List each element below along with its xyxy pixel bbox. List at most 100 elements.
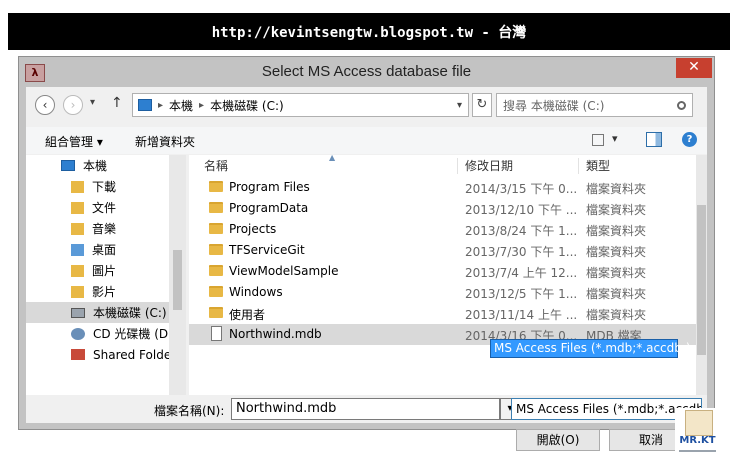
filename-label: 檔案名稱(N): [154, 404, 225, 418]
file-type: 檔案資料夾 [586, 308, 647, 322]
folder-icon [209, 202, 223, 213]
file-name: ProgramData [229, 201, 309, 215]
videos-folder-icon [71, 285, 84, 298]
column-header-name[interactable]: 名稱 [204, 155, 228, 177]
nav-item-local-disk[interactable]: 本機磁碟 (C:) [26, 302, 186, 323]
download-folder-icon [71, 180, 84, 193]
breadcrumb-local-disk[interactable]: 本機磁碟 (C:) [210, 97, 284, 114]
nav-item-label: 本機磁碟 (C:) [93, 306, 167, 320]
preview-pane-icon[interactable] [646, 132, 662, 147]
breadcrumb-this-pc[interactable]: 本機 [169, 97, 193, 114]
logo-underline [679, 450, 716, 452]
up-button[interactable]: ↑ [111, 95, 123, 111]
file-date: 2014/3/15 下午 0... [465, 182, 578, 196]
column-header-date[interactable]: 修改日期 [465, 155, 513, 177]
desktop-folder-icon [71, 243, 84, 256]
folder-icon [209, 181, 223, 192]
nav-item-label: 影片 [92, 285, 117, 299]
search-input[interactable]: 搜尋 本機磁碟 (C:) [503, 97, 604, 114]
nav-item-documents[interactable]: 文件 [26, 197, 186, 218]
file-row[interactable]: Windows 2013/12/5 下午 1... 檔案資料夾 [189, 282, 696, 303]
pictures-folder-icon [71, 264, 84, 277]
help-icon[interactable]: ? [682, 132, 697, 147]
file-row[interactable]: Program Files 2014/3/15 下午 0... 檔案資料夾 [189, 177, 696, 198]
logo-figure [685, 410, 713, 436]
file-date: 2013/12/10 下午 ... [465, 203, 578, 217]
refresh-button[interactable]: ↻ [472, 93, 492, 117]
file-date: 2013/12/5 下午 1... [465, 287, 578, 301]
file-type: 檔案資料夾 [586, 266, 647, 280]
file-icon [211, 326, 222, 341]
file-dialog: λ Select MS Access database file ✕ ‹ › ▾… [18, 56, 715, 451]
nav-item-videos[interactable]: 影片 [26, 281, 186, 302]
address-bar[interactable]: ▸ 本機 ▸ 本機磁碟 (C:) ▾ [132, 93, 469, 117]
nav-item-label: CD 光碟機 (D:) [93, 327, 177, 341]
file-type-select[interactable]: MS Access Files (*.mdb;*.accdb;) [511, 398, 702, 420]
folder-icon [209, 244, 223, 255]
nav-item-this-pc[interactable]: 本機 [26, 155, 186, 176]
mrkt-logo: MR.KT [675, 408, 720, 458]
file-row[interactable]: ProgramData 2013/12/10 下午 ... 檔案資料夾 [189, 198, 696, 219]
nav-scrollbar-thumb[interactable] [173, 250, 182, 310]
search-icon [677, 100, 686, 110]
blog-banner: http://kevintsengtw.blogspot.tw - 台灣 [8, 13, 730, 50]
file-date: 2013/7/4 上午 12... [465, 266, 578, 280]
nav-item-label: 圖片 [92, 264, 117, 278]
nav-item-pictures[interactable]: 圖片 [26, 260, 186, 281]
forward-button[interactable]: › [63, 95, 83, 115]
breadcrumb-separator: ▸ [199, 99, 205, 111]
nav-item-desktop[interactable]: 桌面 [26, 239, 186, 260]
back-button[interactable]: ‹ [35, 95, 55, 115]
file-row[interactable]: 使用者 2013/11/14 上午 ... 檔案資料夾 [189, 303, 696, 324]
folder-icon [209, 286, 223, 297]
file-list-scrollbar-thumb[interactable] [697, 205, 706, 355]
file-date: 2013/7/30 下午 1... [465, 245, 578, 259]
search-box[interactable]: 搜尋 本機磁碟 (C:) [496, 93, 693, 117]
view-dropdown[interactable]: ▾ [612, 132, 618, 145]
nav-item-label: 桌面 [92, 243, 117, 257]
computer-icon [138, 99, 152, 111]
file-type-option-selected[interactable]: MS Access Files (*.mdb;*.accdb;) [490, 339, 691, 358]
nav-item-music[interactable]: 音樂 [26, 218, 186, 239]
column-header-type[interactable]: 類型 [586, 155, 610, 177]
file-date: 2013/11/14 上午 ... [465, 308, 578, 322]
folder-icon [209, 223, 223, 234]
file-name: 使用者 [229, 308, 266, 322]
nav-item-downloads[interactable]: 下載 [26, 176, 186, 197]
cd-drive-icon [71, 327, 85, 340]
column-divider [578, 158, 579, 174]
music-folder-icon [71, 222, 84, 235]
nav-item-shared-folder[interactable]: Shared Folder [26, 344, 186, 365]
recent-locations-dropdown[interactable]: ▾ [90, 97, 95, 108]
file-row[interactable]: Projects 2013/8/24 下午 1... 檔案資料夾 [189, 219, 696, 240]
close-button[interactable]: ✕ [676, 58, 712, 78]
title-bar[interactable]: λ Select MS Access database file ✕ [19, 57, 714, 87]
address-dropdown[interactable]: ▾ [457, 100, 462, 111]
nav-item-cd-drive[interactable]: CD 光碟機 (D:) [26, 323, 186, 344]
file-type: 檔案資料夾 [586, 203, 647, 217]
drive-icon [71, 307, 85, 318]
sort-arrow-icon: ▲ [329, 155, 336, 162]
organize-button[interactable]: 組合管理 ▾ [45, 133, 103, 150]
file-type: 檔案資料夾 [586, 182, 647, 196]
new-folder-button[interactable]: 新增資料夾 [135, 133, 195, 150]
nav-item-label: 本機 [83, 159, 108, 173]
view-options-icon[interactable] [592, 134, 604, 146]
filename-row: 檔案名稱(N): Northwind.mdb ▾ MS Access Files… [26, 395, 707, 423]
file-row[interactable]: ViewModelSample 2013/7/4 上午 12... 檔案資料夾 [189, 261, 696, 282]
folder-icon [209, 265, 223, 276]
file-row[interactable]: TFServiceGit 2013/7/30 下午 1... 檔案資料夾 [189, 240, 696, 261]
file-type: 檔案資料夾 [586, 224, 647, 238]
file-name: ViewModelSample [229, 264, 339, 278]
nav-scrollbar[interactable] [169, 155, 186, 395]
breadcrumb-separator: ▸ [158, 99, 164, 111]
column-divider [457, 158, 458, 174]
logo-text: MR.KT [679, 435, 716, 446]
open-button[interactable]: 開啟(O) [516, 429, 600, 451]
file-list-scrollbar[interactable] [696, 155, 707, 395]
nav-item-label: 音樂 [92, 222, 117, 236]
filename-input[interactable]: Northwind.mdb [231, 398, 500, 420]
dialog-body: ‹ › ▾ ↑ ▸ 本機 ▸ 本機磁碟 (C:) ▾ ↻ 搜尋 本機磁碟 (C:… [26, 87, 707, 451]
command-bar: 組合管理 ▾ 新增資料夾 ▾ ? [26, 127, 707, 154]
file-list: 名稱 ▲ 修改日期 類型 Program Files 2014/3/15 下午 0… [189, 155, 707, 395]
